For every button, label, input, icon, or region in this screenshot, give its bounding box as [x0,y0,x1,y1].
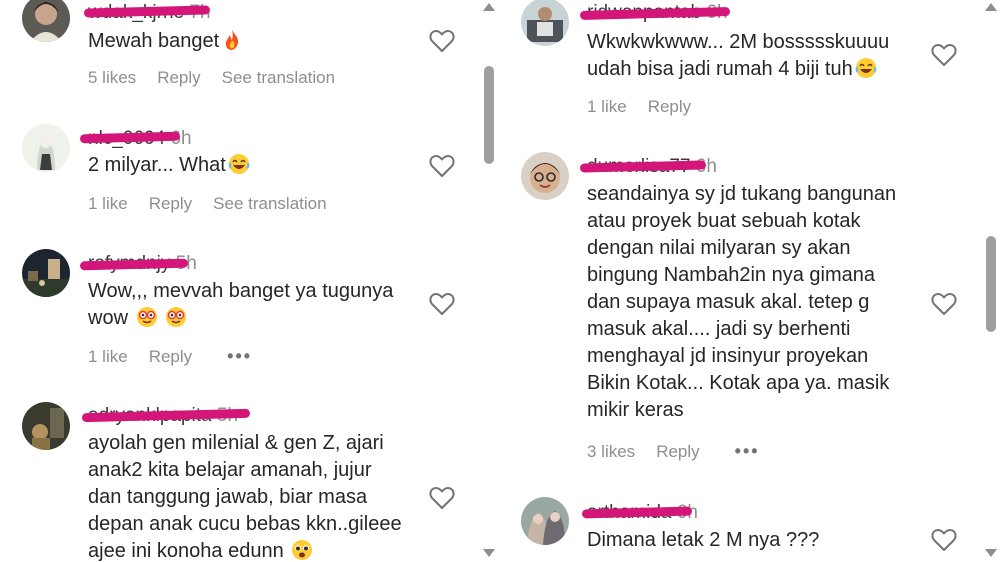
comment-text: 2 milyar... What [88,152,250,179]
comment-text: Wow,,, mevvah banget ya tugunya wow [88,280,394,329]
comments-panel-right: ridwanpantab 6h Wkwkwkwww... 2M bosssssk… [500,0,1000,562]
avatar[interactable] [521,152,569,200]
likes-count[interactable]: 1 like [88,347,128,367]
avatar[interactable] [521,497,569,545]
heart-outline-icon[interactable] [429,29,455,53]
comment-text: seandainya sy jd tukang bangunan atau pr… [587,183,897,421]
pleading-emoji-icon [292,540,313,560]
fire-emoji-icon [226,30,239,50]
comment-text: ayolah gen milenial & gen Z, ajari anak2… [88,432,402,562]
likes-count[interactable]: 1 like [88,194,128,214]
avatar[interactable] [22,402,70,450]
see-translation-link[interactable]: See translation [222,68,335,88]
comment-actions: 3 likes Reply ••• [587,441,760,462]
scrollbar-thumb[interactable] [986,236,996,332]
laughing-emoji-icon [855,58,877,78]
comment-text: Mewah banget [88,28,243,55]
reply-button[interactable]: Reply [149,194,192,214]
heart-outline-icon[interactable] [429,292,455,316]
heart-outline-icon[interactable] [429,486,455,510]
reply-button[interactable]: Reply [656,442,699,462]
reply-button[interactable]: Reply [157,68,200,88]
heart-outline-icon[interactable] [931,528,957,552]
more-options-icon[interactable]: ••• [227,346,252,367]
likes-count[interactable]: 5 likes [88,68,136,88]
more-options-icon[interactable]: ••• [735,441,760,462]
heart-outline-icon[interactable] [931,292,957,316]
nerd-emoji-icon [166,307,187,327]
scroll-down-arrow-icon[interactable] [483,549,495,557]
comment-actions: 1 like Reply See translation [88,194,327,214]
avatar[interactable] [22,249,70,297]
likes-count[interactable]: 1 like [587,97,627,117]
scroll-down-arrow-icon[interactable] [985,549,997,557]
comment-actions: 1 like Reply [587,97,691,117]
comment-actions: 1 like Reply ••• [88,346,252,367]
laughing-emoji-icon [228,154,250,174]
comment-actions: 5 likes Reply See translation [88,68,335,88]
comment-text: Dimana letak 2 M nya ??? [587,529,820,551]
scrollbar-thumb[interactable] [484,66,494,164]
scroll-up-arrow-icon[interactable] [985,3,997,11]
nerd-emoji-icon [136,307,157,327]
reply-button[interactable]: Reply [149,347,192,367]
comments-panel-left: wdak_kjrne 7h Mewah banget 5 likes Reply… [0,0,500,562]
heart-outline-icon[interactable] [931,43,957,67]
avatar[interactable] [22,124,70,172]
heart-outline-icon[interactable] [429,154,455,178]
scroll-up-arrow-icon[interactable] [483,3,495,11]
see-translation-link[interactable]: See translation [213,194,326,214]
comment-text: Wkwkwkwww... 2M bossssskuuuu udah bisa j… [587,31,890,80]
likes-count[interactable]: 3 likes [587,442,635,462]
avatar[interactable] [521,0,569,46]
reply-button[interactable]: Reply [648,97,691,117]
avatar[interactable] [22,0,70,42]
